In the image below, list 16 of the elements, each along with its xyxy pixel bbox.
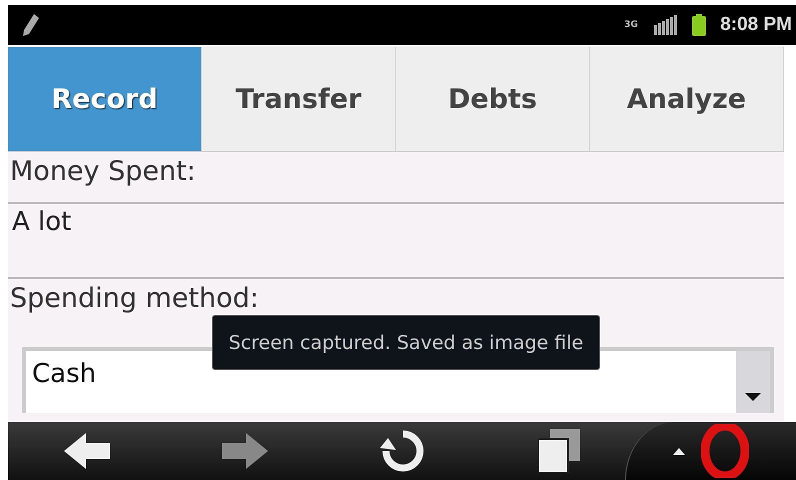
o-logo-icon — [701, 424, 749, 478]
clock: 8:08 PM — [720, 14, 792, 36]
tab[interactable]: Transfer — [202, 47, 396, 151]
screenshot-toast: Screen captured. Saved as image file — [212, 315, 600, 370]
pencil-icon — [22, 13, 40, 37]
caret-icon — [745, 393, 761, 401]
field-label: Money Spent: — [9, 155, 197, 189]
network-type: 3G — [624, 20, 639, 30]
tab[interactable]: Debts — [396, 47, 590, 151]
battery-icon — [692, 14, 706, 36]
signal-icon — [654, 15, 678, 35]
menu-button[interactable] — [625, 422, 796, 480]
caret-icon — [673, 448, 685, 454]
field-label: Spending method: — [9, 282, 260, 316]
tab[interactable]: Analyze — [590, 47, 784, 151]
input-field[interactable]: A lot — [8, 202, 784, 279]
